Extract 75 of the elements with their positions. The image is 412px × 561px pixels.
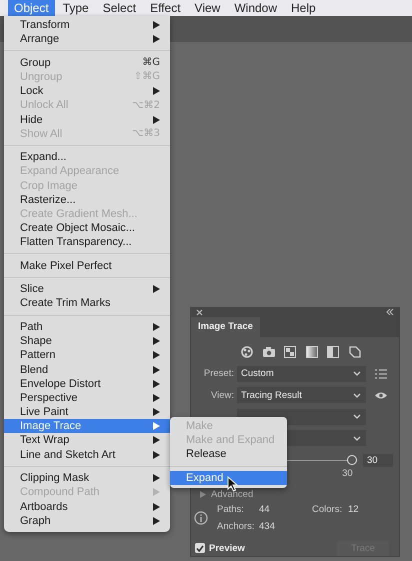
menu-item[interactable]: Flatten Transparency... xyxy=(4,235,170,250)
stat-value: 12 xyxy=(348,504,360,515)
menu-item[interactable]: Perspective xyxy=(4,390,170,405)
dropdown[interactable]: Custom xyxy=(237,366,366,382)
menu-item[interactable]: Arrange xyxy=(4,32,170,46)
gradient-square-icon xyxy=(304,344,319,359)
field-label: View: xyxy=(210,390,234,401)
menu-item[interactable]: Expand... xyxy=(4,150,170,164)
menu-item[interactable]: Pattern xyxy=(4,348,170,362)
menu-item[interactable]: Make Pixel Perfect xyxy=(4,258,170,273)
stat-label: Paths: xyxy=(217,504,245,515)
menu-item[interactable]: Hide xyxy=(4,112,170,127)
menu-bar-item[interactable]: Window xyxy=(228,0,284,16)
menu-item[interactable]: Release xyxy=(170,447,287,462)
shortcut-label: ⌥⌘2 xyxy=(132,100,160,111)
menu-item[interactable]: Create Trim Marks xyxy=(4,296,170,311)
menu-item[interactable]: Text Wrap xyxy=(4,433,170,448)
chevron-icon xyxy=(353,414,361,420)
close-icon xyxy=(196,308,203,316)
eye-icon xyxy=(374,390,388,400)
panel-tab[interactable]: Image Trace xyxy=(191,316,260,337)
disclosure-arrow-icon xyxy=(200,490,206,498)
info-icon xyxy=(194,510,208,525)
section-toggle[interactable]: Advanced xyxy=(211,488,254,500)
stat-value: 44 xyxy=(259,504,271,515)
menu-item[interactable]: Image Trace xyxy=(4,419,170,434)
checkmark-icon xyxy=(196,544,204,552)
field-label: Preset: xyxy=(204,368,234,380)
submenu-arrow-icon xyxy=(153,116,160,124)
checkbox[interactable] xyxy=(195,543,205,554)
pointer-icon xyxy=(227,476,238,492)
menu-item[interactable]: Create Object Mosaic... xyxy=(4,221,170,236)
chevron-icon xyxy=(353,371,361,376)
menu-bar-item[interactable]: View xyxy=(188,0,226,16)
stat-value: 434 xyxy=(259,520,276,532)
menu-item[interactable]: Graph xyxy=(4,514,170,528)
menu-item[interactable]: Clipping Mask xyxy=(4,471,170,486)
slider-reading: 30 xyxy=(342,468,353,479)
submenu-arrow-icon xyxy=(153,285,160,294)
half-square-icon xyxy=(326,344,340,359)
menu-item[interactable]: Rasterize... xyxy=(4,192,170,207)
menu-item[interactable]: Lock xyxy=(4,84,170,98)
menu-item[interactable]: Artboards xyxy=(4,499,170,514)
stat-label: Colors: xyxy=(312,504,344,515)
outline-shape-icon xyxy=(348,344,362,359)
menu-bar-item[interactable]: Object xyxy=(8,0,55,16)
submenu-arrow-icon xyxy=(153,87,160,96)
camera-icon xyxy=(262,344,276,359)
list-icon xyxy=(375,368,387,379)
shortcut-label: ⇧⌘G xyxy=(134,71,160,82)
menu-item[interactable]: Group ⌘G xyxy=(4,56,170,70)
menu-item[interactable]: Shape xyxy=(4,334,170,348)
stat-label: Anchors: xyxy=(217,520,256,532)
dropdown[interactable]: Tracing Result xyxy=(237,387,366,404)
menu-bar-item[interactable]: Help xyxy=(285,0,322,16)
menu-item[interactable]: Expand xyxy=(170,470,287,486)
value-field[interactable]: 30 xyxy=(363,454,393,467)
collapse-icon xyxy=(386,309,394,316)
menu-item[interactable]: Line and Sketch Art xyxy=(4,448,170,462)
palette-icon xyxy=(240,344,254,359)
shortcut-label: ⌥⌘3 xyxy=(132,128,160,140)
menu-item[interactable]: Blend xyxy=(4,362,170,377)
menu-item[interactable]: Live Paint xyxy=(4,404,170,420)
menu-bar-item[interactable]: Select xyxy=(96,0,142,16)
menu-item[interactable]: Envelope Distort xyxy=(4,376,170,391)
checkbox-label: Preview xyxy=(209,542,245,554)
menu-bar-item[interactable]: Effect xyxy=(144,0,187,16)
slider-thumb[interactable] xyxy=(347,454,358,465)
chevron-icon xyxy=(353,392,361,398)
menu-bar-item[interactable]: Type xyxy=(56,0,95,16)
grid-square-icon xyxy=(283,344,298,359)
menu-item[interactable]: Slice xyxy=(4,282,170,296)
shortcut-label: ⌘G xyxy=(142,57,160,68)
chevron-icon xyxy=(353,436,361,441)
menu-item[interactable]: Path xyxy=(4,320,170,334)
